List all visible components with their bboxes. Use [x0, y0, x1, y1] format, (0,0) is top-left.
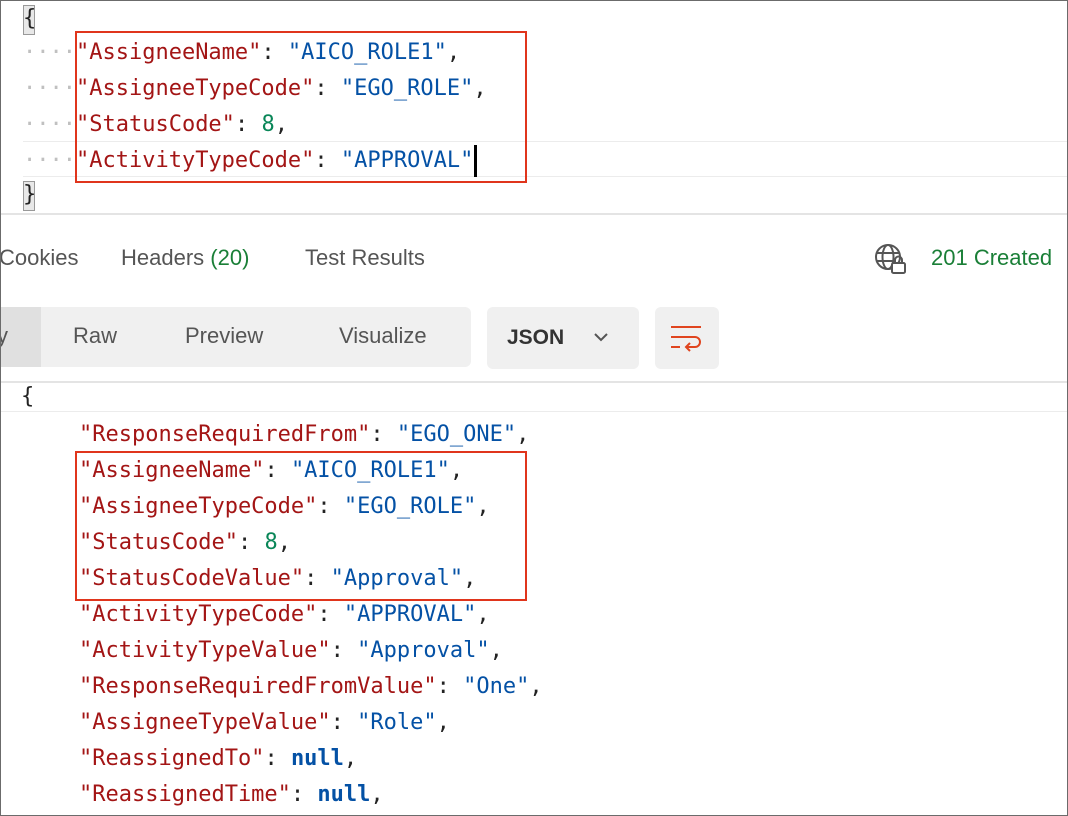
response-line: "ActivityTypeValue": "Approval", — [79, 638, 503, 663]
format-select-value: JSON — [507, 326, 565, 349]
response-line-highlight — [1, 411, 1067, 412]
status-badge[interactable]: 201 Created — [931, 245, 1052, 271]
response-open-brace: { — [21, 384, 35, 409]
editor-open-brace: { — [23, 6, 37, 31]
response-line: "ReassignedTo": null, — [79, 746, 358, 771]
request-highlight-box — [75, 31, 527, 183]
option-pretty[interactable]: y — [1, 307, 41, 367]
response-line: "ResponseRequiredFromValue": "One", — [79, 674, 543, 699]
option-visualize[interactable]: Visualize — [339, 323, 427, 349]
option-pretty-label: y — [1, 323, 8, 349]
response-highlight-box — [75, 451, 527, 601]
tab-test-results[interactable]: Test Results — [305, 245, 425, 271]
response-line: "ReassignedTime": null, — [79, 782, 384, 807]
body-view-toggle: y Raw Preview Visualize — [1, 307, 471, 367]
format-select[interactable]: JSON — [487, 307, 639, 369]
option-raw[interactable]: Raw — [73, 323, 117, 349]
headers-count: (20) — [210, 245, 250, 270]
globe-lock-icon[interactable] — [873, 241, 909, 277]
request-body-editor[interactable]: { ····"AssigneeName": "AICO_ROLE1", ····… — [1, 1, 1067, 215]
response-line: "AssigneeTypeValue": "Role", — [79, 710, 450, 735]
tab-headers-label: Headers — [121, 245, 205, 270]
tab-cookies[interactable]: Cookies — [1, 245, 78, 271]
chevron-down-icon — [594, 333, 608, 342]
editor-close-brace: } — [23, 182, 37, 207]
option-preview[interactable]: Preview — [185, 323, 263, 349]
response-line: "ActivityTypeCode": "APPROVAL", — [79, 602, 490, 627]
wrap-lines-icon — [671, 326, 701, 352]
response-line: "ResponseRequiredFrom": "EGO_ONE", — [79, 422, 530, 447]
tab-headers[interactable]: Headers (20) — [121, 245, 249, 271]
postman-window: { ····"AssigneeName": "AICO_ROLE1", ····… — [0, 0, 1068, 816]
wrap-lines-button[interactable] — [655, 307, 719, 369]
